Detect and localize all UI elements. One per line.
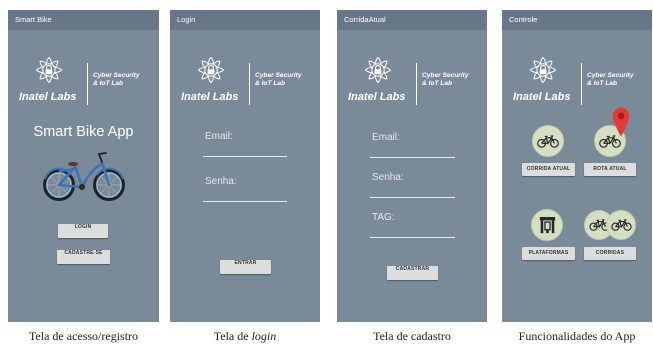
bike-station-icon — [539, 216, 555, 233]
bicycle-icon — [537, 134, 559, 148]
caption-features-screen: Funcionalidades do App — [518, 329, 636, 343]
platforms-button[interactable]: PLATAFORMAS — [522, 247, 575, 260]
inatel-logo-icon — [197, 56, 225, 84]
screen-register: CorridaAtual Inatel Labs Cyber Security … — [337, 10, 487, 322]
caption-login-emphasis: login — [251, 329, 277, 343]
password-field[interactable]: Senha: — [370, 169, 455, 198]
caption-access-screen: Tela de acesso/registro — [28, 329, 139, 343]
route-button[interactable]: ROTA ATUAL — [584, 163, 636, 176]
logo-divider — [87, 63, 88, 105]
password-hint: Senha: — [205, 176, 237, 187]
app-bar-title: Smart Bike — [8, 10, 159, 30]
register-submit-button[interactable]: CADASTRAR — [387, 266, 438, 280]
logo-brand-text: Inatel Labs — [348, 91, 406, 103]
inatel-labs-logo: Inatel Labs Cyber Security & IoT Lab — [8, 54, 158, 106]
logo-lab-line1: Cyber Security — [93, 72, 140, 79]
inatel-labs-logo: Inatel Labs Cyber Security & IoT Lab — [502, 54, 652, 106]
logo-lab-line2: & IoT Lab — [255, 80, 286, 87]
inatel-labs-logo: Inatel Labs Cyber Security & IoT Lab — [170, 54, 320, 106]
logo-lab-line1: Cyber Security — [255, 72, 302, 79]
logo-brand-text: Inatel Labs — [181, 91, 239, 103]
logo-divider — [581, 63, 582, 105]
logo-lab-line2: & IoT Lab — [587, 80, 618, 87]
logo-lab-text: Cyber Security & IoT Lab — [422, 72, 469, 88]
email-hint: Email: — [372, 132, 400, 143]
logo-lab-text: Cyber Security & IoT Lab — [93, 72, 140, 88]
logo-lab-text: Cyber Security & IoT Lab — [255, 72, 302, 88]
password-field[interactable]: Senha: — [203, 173, 287, 202]
bicycle-icon — [610, 219, 632, 231]
logo-lab-line2: & IoT Lab — [93, 80, 124, 87]
rides-button[interactable]: CORRIDAS — [584, 247, 636, 260]
tag-field[interactable]: TAG: — [370, 209, 455, 238]
tag-hint: TAG: — [372, 212, 395, 223]
inatel-logo-icon — [364, 56, 392, 84]
logo-divider — [249, 63, 250, 105]
logo-brand-text: Inatel Labs — [513, 91, 571, 103]
inatel-logo-icon — [529, 56, 557, 84]
email-field[interactable]: Email: — [203, 128, 287, 157]
email-hint: Email: — [205, 131, 233, 142]
platforms-icon-circle — [531, 209, 563, 241]
logo-lab-line1: Cyber Security — [587, 72, 634, 79]
logo-brand-text: Inatel Labs — [19, 91, 77, 103]
logo-lab-text: Cyber Security & IoT Lab — [587, 72, 634, 88]
current-ride-button[interactable]: CORRIDA ATUAL — [522, 163, 575, 176]
app-bar-title: Controle — [502, 10, 652, 30]
logo-divider — [416, 63, 417, 105]
screen-login: Login Inatel Labs Cyber Security & IoT L… — [170, 10, 320, 322]
register-button[interactable]: CADASTRE-SE — [57, 250, 110, 264]
caption-login-screen: Tela de login — [170, 329, 320, 343]
bicycle-illustration — [43, 152, 125, 201]
screen-access: Smart Bike Inatel Labs Cyber Security & … — [8, 10, 159, 322]
map-pin-icon — [612, 107, 630, 137]
caption-login-prefix: Tela de — [213, 329, 252, 343]
email-field[interactable]: Email: — [370, 129, 455, 158]
logo-lab-line2: & IoT Lab — [422, 80, 453, 87]
app-bar-title: Login — [170, 10, 320, 30]
current-ride-icon-circle — [532, 125, 564, 157]
inatel-logo-icon — [35, 56, 63, 84]
logo-lab-line1: Cyber Security — [422, 72, 469, 79]
caption-register-screen: Tela de cadastro — [373, 329, 451, 343]
app-name-heading: Smart Bike App — [33, 124, 134, 140]
password-hint: Senha: — [372, 172, 404, 183]
enter-button[interactable]: ENTRAR — [220, 260, 271, 274]
screen-control: Controle Inatel Labs Cyber Security & Io… — [502, 10, 652, 322]
login-button[interactable]: LOGIN — [58, 224, 108, 238]
inatel-labs-logo: Inatel Labs Cyber Security & IoT Lab — [337, 54, 487, 106]
app-bar-title: CorridaAtual — [337, 10, 487, 30]
rides-icon-circle-right — [606, 210, 636, 240]
